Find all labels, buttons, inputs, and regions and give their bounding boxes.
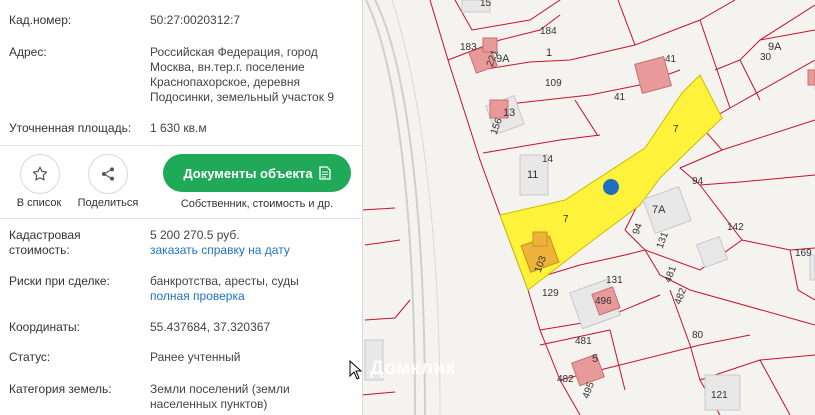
- favorite-label: В список: [16, 197, 62, 209]
- map-label: 184: [540, 26, 557, 37]
- parcel-marker[interactable]: [603, 179, 619, 195]
- coords-label: Координаты:: [9, 320, 80, 334]
- map-label: 41: [665, 54, 677, 65]
- map-label: 7: [673, 124, 679, 135]
- status-value: Ранее учтенный: [150, 350, 241, 364]
- map-label: 131: [606, 275, 623, 286]
- map-label: 169: [795, 248, 812, 259]
- map-label: 15: [480, 0, 492, 9]
- full-check-link[interactable]: полная проверка: [150, 289, 245, 303]
- area-value: 1 630 кв.м: [150, 121, 207, 135]
- map-label: 14: [542, 154, 554, 165]
- risks-value-block: банкротства, аресты, суды полная проверк…: [150, 274, 350, 304]
- mouse-cursor-icon: [349, 360, 363, 380]
- domclick-watermark: Домклик: [370, 358, 456, 379]
- cad-number-label: Кад.номер:: [9, 13, 72, 27]
- address-line: Москва, вн.тер.г. поселение: [150, 60, 305, 74]
- address-line: Российская Федерация, город: [150, 45, 318, 59]
- cad-cost-label: Кадастровая стоимость:: [9, 228, 144, 258]
- category-label: Категория земель:: [9, 382, 112, 396]
- docs-button-label: Документы объекта: [183, 165, 313, 181]
- cad-number-link[interactable]: 50:27:0020312:7: [150, 13, 350, 28]
- map-label: 5: [592, 353, 598, 365]
- object-info-panel: Кад.номер: 50:27:0020312:7 Адрес: Россий…: [0, 0, 363, 415]
- map-label: 13: [503, 107, 515, 119]
- status-label: Статус:: [9, 350, 51, 364]
- map-label: 30: [760, 52, 772, 63]
- coords-value: 55.437684, 37.320367: [150, 320, 271, 334]
- divider: [0, 145, 362, 146]
- star-icon: [32, 166, 48, 181]
- cad-cost-value-block: 5 200 270.5 руб. заказать справку на дат…: [150, 228, 350, 258]
- map-label: 94: [692, 176, 704, 187]
- map-label: 7А: [652, 204, 666, 216]
- risks-value: банкротства, аресты, суды: [150, 274, 299, 288]
- favorite-button[interactable]: [20, 154, 60, 194]
- cad-cost-label-line: Кадастровая: [9, 228, 81, 242]
- map-label: 481: [575, 336, 592, 347]
- category-value-line: населенных пунктов): [150, 397, 268, 411]
- map-label: 1: [546, 47, 552, 59]
- map-label: 121: [711, 390, 728, 401]
- cad-cost-value: 5 200 270.5 руб.: [150, 228, 240, 242]
- share-icon: [102, 167, 114, 181]
- divider: [0, 218, 362, 219]
- map-label: 183: [460, 42, 477, 53]
- map-label: 129: [542, 288, 559, 299]
- address-line: Краснопахорское, деревня: [150, 75, 300, 89]
- address-line: Подосинки, земельный участок 9: [150, 90, 334, 104]
- map-label: 496: [595, 296, 612, 307]
- cad-cost-label-line: стоимость:: [9, 243, 70, 257]
- share-label: Поделиться: [77, 197, 139, 209]
- order-certificate-link[interactable]: заказать справку на дату: [150, 243, 290, 257]
- category-value: Земли поселений (земли населенных пункто…: [150, 382, 350, 412]
- risks-label: Риски при сделке:: [9, 274, 110, 288]
- map-label: 41: [614, 92, 626, 103]
- document-icon: [319, 166, 331, 180]
- share-button[interactable]: [88, 154, 128, 194]
- map-label: 142: [727, 222, 744, 233]
- map-label: 11: [527, 169, 538, 181]
- map-label: 482: [557, 374, 574, 385]
- address-value: Российская Федерация, город Москва, вн.т…: [150, 45, 350, 105]
- object-documents-button[interactable]: Документы объекта: [163, 154, 351, 192]
- area-label: Уточненная площадь:: [9, 121, 132, 135]
- map-label: 7: [563, 214, 569, 225]
- map-label: 109: [545, 78, 562, 89]
- docs-subtitle: Собственник, стоимость и др.: [180, 198, 334, 210]
- map-label: 80: [692, 330, 704, 341]
- category-value-line: Земли поселений (земли: [150, 382, 290, 396]
- address-label: Адрес:: [9, 45, 47, 59]
